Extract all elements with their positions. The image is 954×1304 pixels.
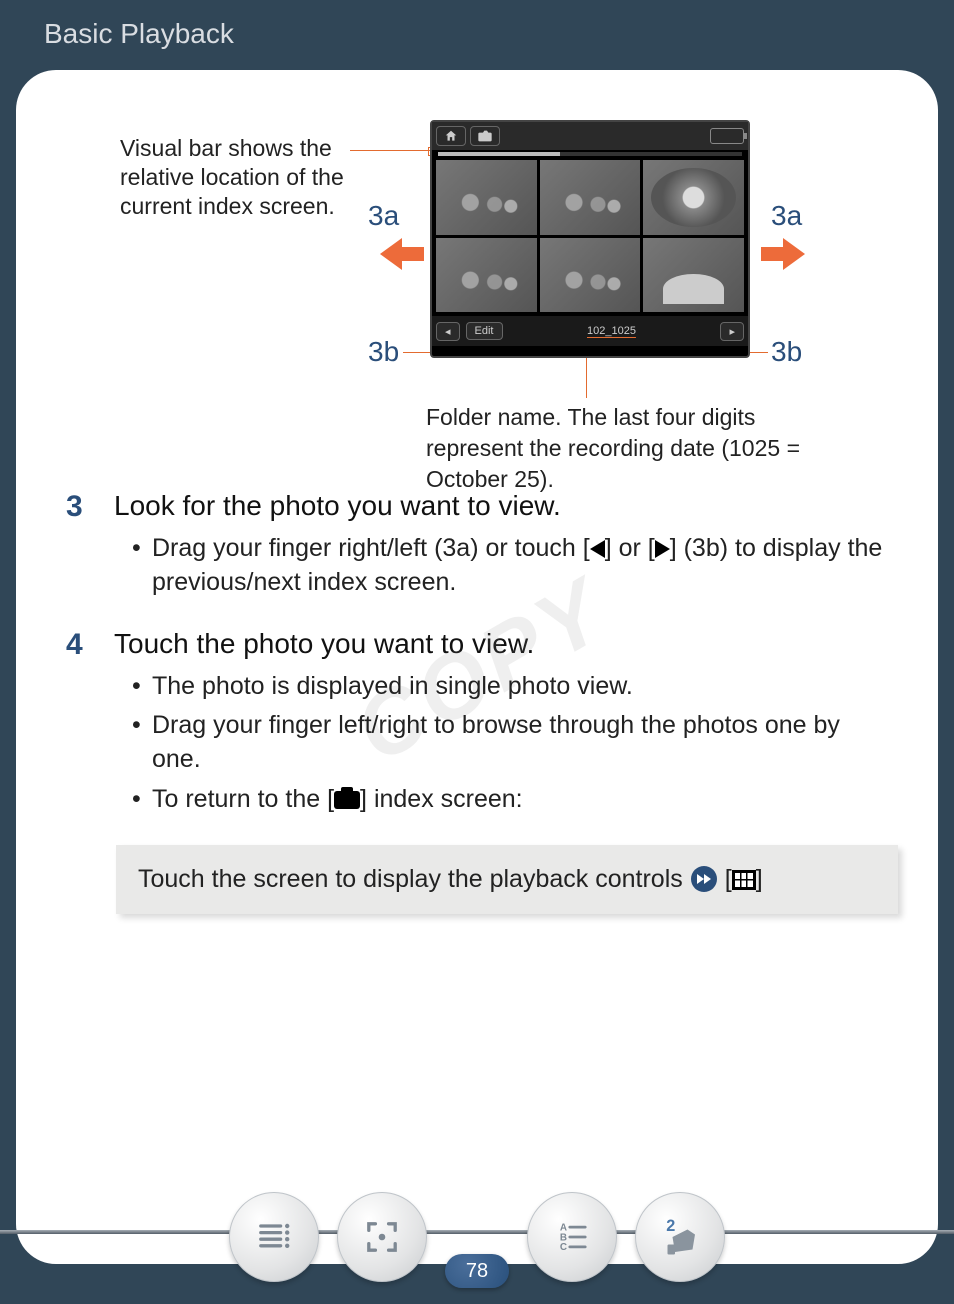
label-3a-left: 3a	[368, 200, 399, 232]
step-number: 4	[66, 628, 114, 662]
shooting-mode-button[interactable]: 2	[635, 1192, 725, 1282]
label-3b-left: 3b	[368, 336, 399, 368]
instruction-box: Touch the screen to display the playback…	[116, 845, 898, 914]
callout-line-icon	[350, 150, 430, 151]
step-title: Touch the photo you want to view.	[114, 628, 888, 660]
section-title: Basic Playback	[0, 0, 954, 50]
callout-line-icon	[403, 352, 433, 353]
page-number: 78	[445, 1254, 509, 1288]
photo-thumbnail	[540, 238, 641, 313]
step-4: 4 Touch the photo you want to view. The …	[66, 628, 888, 839]
callout-line-icon	[586, 358, 587, 398]
instruction-steps: 3 Look for the photo you want to view. D…	[56, 490, 898, 839]
device-screenshot: ◂ Edit 102_1025 ▸	[430, 120, 750, 358]
diagram-area: Visual bar shows the relative loca­tion …	[56, 120, 898, 460]
toc-button[interactable]	[229, 1192, 319, 1282]
svg-text:C: C	[560, 1242, 567, 1253]
content-card: COPY Visual bar shows the relative loca­…	[16, 70, 938, 1264]
photo-thumbnail	[436, 238, 537, 313]
photo-thumbnail	[540, 160, 641, 235]
photo-thumbnail-grid	[432, 156, 748, 316]
index-button[interactable]: ABC	[527, 1192, 617, 1282]
callout-folder-name: Folder name. The last four digits repres…	[426, 402, 826, 495]
right-triangle-icon	[655, 540, 670, 558]
step-number: 3	[66, 490, 114, 524]
swipe-left-arrow-icon	[380, 238, 424, 270]
label-3b-right: 3b	[771, 336, 802, 368]
camera-icon	[334, 791, 360, 809]
step-bullet: Drag your finger left/right to browse th…	[132, 709, 888, 777]
battery-icon	[710, 128, 744, 144]
next-page-button-icon: ▸	[720, 322, 744, 341]
photo-thumbnail	[436, 160, 537, 235]
step-bullet: To return to the [] index screen:	[132, 783, 888, 817]
photo-thumbnail	[643, 238, 744, 313]
folder-name-label: 102_1025	[509, 325, 715, 337]
swipe-right-arrow-icon	[761, 238, 805, 270]
photo-thumbnail	[643, 160, 744, 235]
home-icon	[436, 126, 466, 146]
step-bullet: The photo is displayed in single photo v…	[132, 670, 888, 704]
camera-tab-icon	[470, 126, 500, 146]
callout-visual-bar: Visual bar shows the relative loca­tion …	[120, 134, 350, 220]
svg-text:2: 2	[666, 1217, 675, 1235]
edit-button: Edit	[466, 322, 503, 340]
callout-line-icon	[748, 352, 768, 353]
instruction-text: Touch the screen to display the playback…	[138, 865, 683, 894]
step-3: 3 Look for the photo you want to view. D…	[66, 490, 888, 622]
then-arrow-icon	[691, 866, 717, 892]
label-3a-right: 3a	[771, 200, 802, 232]
index-grid-icon	[732, 870, 756, 890]
left-triangle-icon	[590, 540, 605, 558]
visual-position-bar	[438, 152, 742, 156]
fullscreen-button[interactable]	[337, 1192, 427, 1282]
step-bullet: Drag your finger right/left (3a) or touc…	[132, 532, 888, 600]
footer-nav: 78 ABC 2	[0, 1192, 954, 1282]
prev-page-button-icon: ◂	[436, 322, 460, 341]
